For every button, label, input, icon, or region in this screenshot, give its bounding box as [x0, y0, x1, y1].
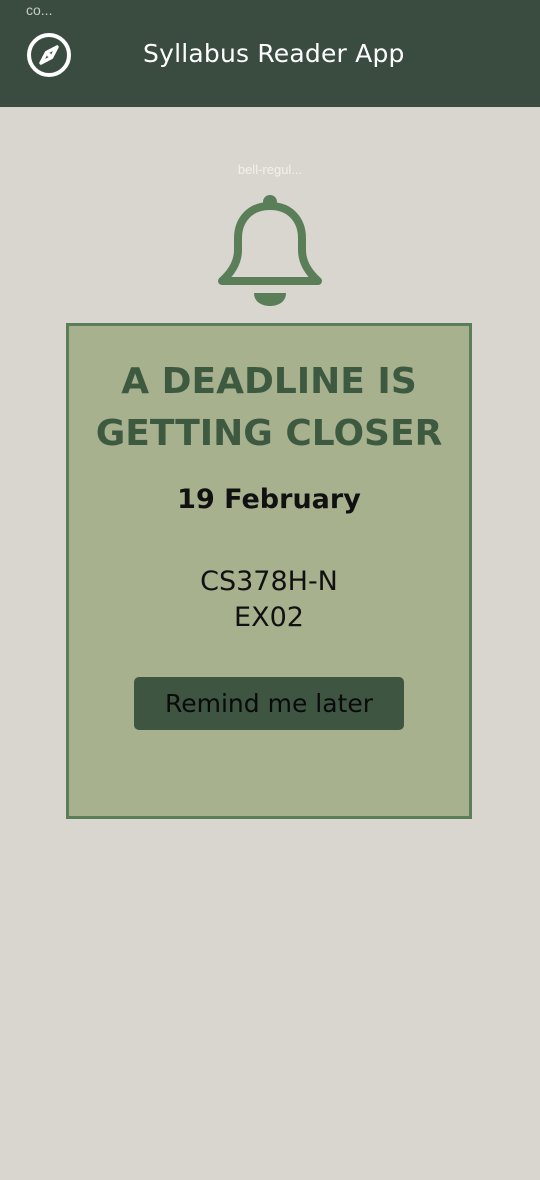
bell-tooltip: bell-regul...: [237, 162, 303, 177]
status-label: co...: [26, 2, 53, 18]
course-code: CS378H-N: [200, 566, 338, 597]
course-info: CS378H-N EX02: [69, 564, 469, 636]
deadline-heading: A DEADLINE IS GETTING CLOSER: [69, 356, 469, 460]
heading-line-2: GETTING CLOSER: [95, 413, 443, 454]
assignment-code: EX02: [234, 602, 304, 633]
app-bar: co... Syllabus Reader App: [0, 0, 540, 107]
bell-icon: [218, 195, 322, 306]
app-title: Syllabus Reader App: [143, 39, 405, 68]
compass-icon[interactable]: [26, 32, 72, 78]
deadline-card: A DEADLINE IS GETTING CLOSER 19 February…: [66, 323, 472, 819]
remind-later-button[interactable]: Remind me later: [134, 677, 404, 730]
heading-line-1: A DEADLINE IS: [121, 361, 417, 402]
deadline-date: 19 February: [177, 484, 361, 515]
